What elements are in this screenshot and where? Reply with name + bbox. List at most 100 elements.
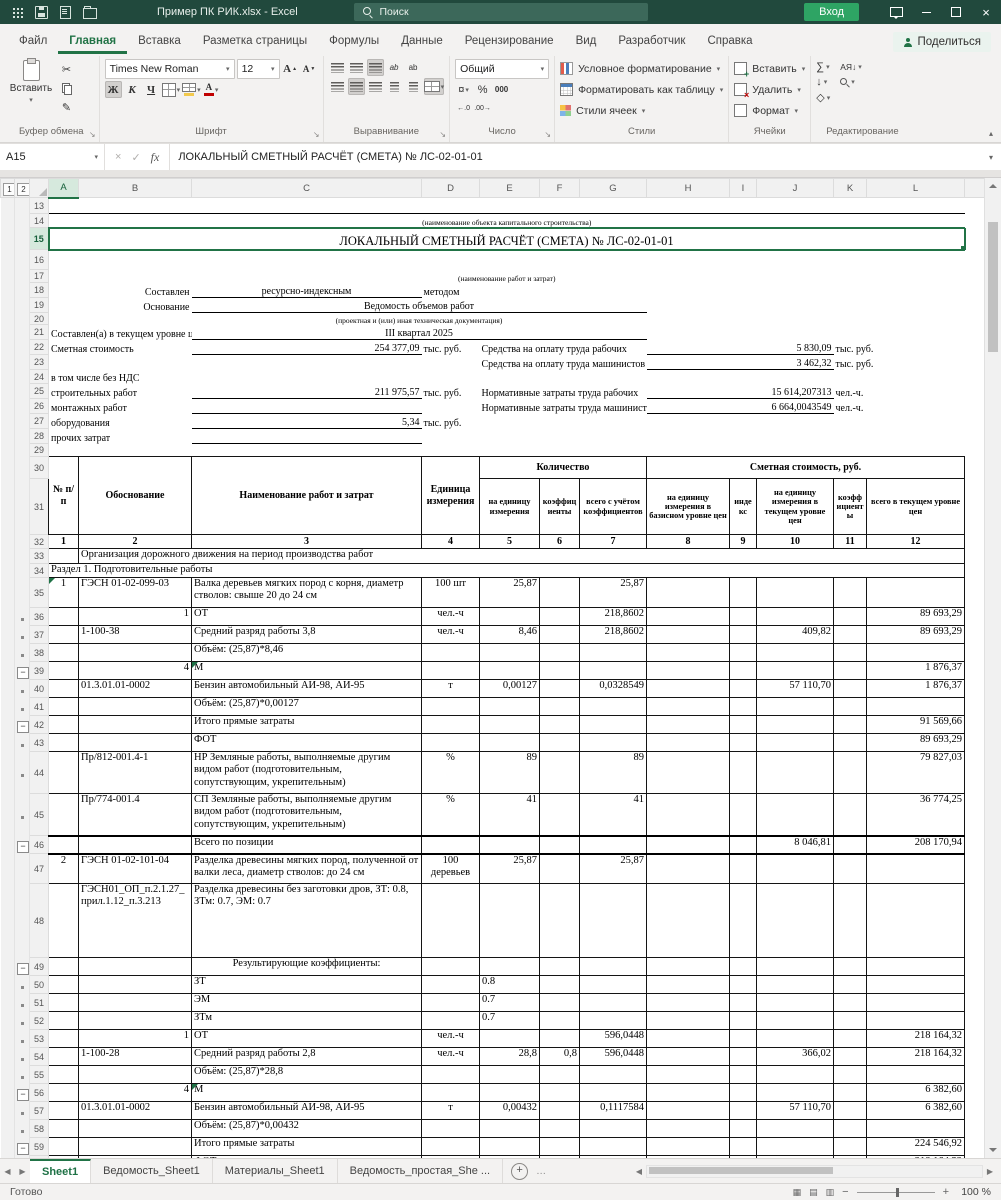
cell[interactable]: 4	[78, 1083, 192, 1102]
page-layout-view-icon[interactable]: ▤	[809, 1187, 818, 1198]
cell[interactable]	[646, 643, 730, 662]
cell[interactable]: методом	[422, 283, 540, 298]
cell[interactable]	[646, 993, 730, 1012]
cell[interactable]: т	[421, 1101, 480, 1120]
cell[interactable]	[48, 197, 965, 214]
cell[interactable]	[833, 993, 867, 1012]
cell[interactable]: всего в текущем уровне цен	[866, 478, 965, 535]
cell[interactable]	[729, 751, 757, 794]
cell[interactable]: чел.-ч	[421, 1029, 480, 1048]
spreadsheet-grid[interactable]: 1 2 A B C D E F G H I J K L 13 14 (наименование объекта …	[0, 178, 984, 1158]
cell[interactable]: чел.-ч.	[834, 384, 965, 399]
cell[interactable]	[421, 1119, 480, 1138]
sheet-nav-right-icon[interactable]: ▶	[15, 1159, 30, 1183]
cell[interactable]: Основание	[49, 298, 192, 313]
cell[interactable]	[579, 1083, 647, 1102]
cell[interactable]	[646, 853, 730, 884]
cell[interactable]: 41	[479, 793, 540, 836]
cell[interactable]: 596,0448	[579, 1029, 647, 1048]
cell[interactable]	[646, 625, 730, 644]
cell[interactable]	[833, 625, 867, 644]
column-header[interactable]: I	[729, 178, 757, 198]
cell[interactable]	[646, 607, 730, 626]
cell[interactable]	[646, 957, 730, 976]
cell[interactable]	[729, 733, 757, 752]
cell[interactable]: Разделка древесины без заготовки дров, З…	[191, 883, 422, 958]
cell[interactable]	[479, 883, 540, 958]
cell[interactable]: 208 170,94	[866, 834, 965, 855]
cell[interactable]: чел.-ч	[421, 625, 480, 644]
cell[interactable]: 36 774,25	[866, 793, 965, 836]
cell[interactable]: Единица измерения	[421, 456, 480, 535]
dialog-launcher-icon[interactable]: ↘	[544, 130, 551, 139]
font-name-select[interactable]: Times New Roman ▾	[104, 59, 235, 79]
cell[interactable]	[833, 1137, 867, 1156]
cell[interactable]	[48, 733, 79, 752]
cell[interactable]: 2	[78, 534, 192, 549]
row-header[interactable]: 24	[29, 369, 49, 384]
row-header[interactable]: 35	[29, 577, 49, 608]
cell[interactable]	[421, 1155, 480, 1158]
cell[interactable]: ресурсно-индексным	[191, 282, 422, 298]
cell[interactable]: 1-100-38	[78, 625, 192, 644]
align-right-button[interactable]	[367, 78, 384, 95]
fill-button[interactable]: ↓ ▾	[816, 76, 830, 88]
currency-format-button[interactable]: ¤ ▾	[455, 81, 472, 98]
cell[interactable]: 9	[729, 534, 757, 549]
row-header[interactable]: 44	[29, 751, 49, 794]
row-header[interactable]: 47	[29, 853, 49, 884]
tab-review[interactable]: Рецензирование	[454, 29, 565, 54]
cell[interactable]	[866, 975, 965, 994]
cell[interactable]: Обоснование	[78, 456, 192, 535]
tab-data[interactable]: Данные	[390, 29, 454, 54]
cell[interactable]	[539, 1011, 580, 1030]
column-header[interactable]: D	[421, 178, 480, 198]
cell[interactable]: Валка деревьев мягких пород с корня, диа…	[191, 577, 422, 608]
cell[interactable]: в том числе без НДС	[49, 370, 422, 384]
dialog-launcher-icon[interactable]: ↘	[89, 130, 96, 139]
cell[interactable]: чел.-ч.	[834, 399, 965, 414]
row-header[interactable]: 59	[29, 1137, 49, 1156]
row-header[interactable]: 28	[29, 428, 49, 444]
cell[interactable]	[729, 1011, 757, 1030]
dialog-launcher-icon[interactable]: ↘	[439, 130, 446, 139]
row-header[interactable]: 39	[29, 661, 49, 680]
cell[interactable]: 6 382,60	[866, 1101, 965, 1120]
cell[interactable]: 596,0448	[579, 1047, 647, 1066]
cell[interactable]	[539, 679, 580, 698]
tab-home[interactable]: Главная	[58, 29, 128, 54]
cell[interactable]	[646, 1029, 730, 1048]
cell[interactable]: 91 569,66	[866, 715, 965, 734]
cell[interactable]: Составлен	[49, 283, 192, 298]
row-header[interactable]: 36	[29, 607, 49, 626]
cell[interactable]: ОТ	[191, 607, 422, 626]
column-header[interactable]: L	[866, 178, 965, 198]
cell[interactable]	[421, 733, 480, 752]
cell[interactable]	[646, 1083, 730, 1102]
sort-filter-button[interactable]: АЯ↓ ▾	[840, 61, 862, 73]
cell[interactable]	[729, 607, 757, 626]
cell[interactable]	[646, 679, 730, 698]
dialog-launcher-icon[interactable]: ↘	[313, 130, 320, 139]
row-header[interactable]: 30	[29, 456, 49, 479]
decrease-indent-button[interactable]	[386, 78, 403, 95]
cell[interactable]: 4	[78, 661, 192, 680]
cell[interactable]	[646, 751, 730, 794]
cell[interactable]	[729, 834, 757, 855]
cell[interactable]	[833, 751, 867, 794]
cell[interactable]	[833, 883, 867, 958]
scroll-down-icon[interactable]	[985, 1142, 1001, 1158]
row-header[interactable]: 41	[29, 697, 49, 716]
cell[interactable]: %	[421, 751, 480, 794]
cell[interactable]	[78, 975, 192, 994]
cell[interactable]: 57 110,70	[756, 679, 834, 698]
cell[interactable]	[833, 1029, 867, 1048]
cell[interactable]: 89 693,29	[866, 733, 965, 752]
cell[interactable]	[646, 1155, 730, 1158]
cell[interactable]	[579, 957, 647, 976]
outline-level-button[interactable]: 2	[17, 183, 29, 196]
cell[interactable]	[833, 1065, 867, 1084]
cell[interactable]	[833, 853, 867, 884]
cell[interactable]	[729, 661, 757, 680]
cell[interactable]: 3	[191, 534, 422, 549]
